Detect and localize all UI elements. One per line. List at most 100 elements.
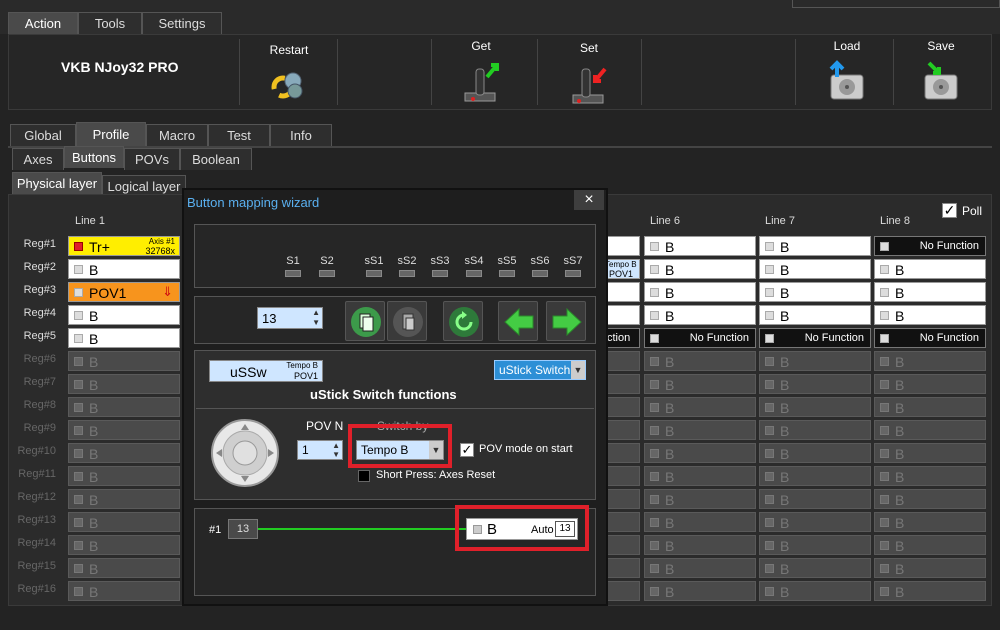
slot-led[interactable] [466, 270, 482, 277]
slot-led[interactable] [285, 270, 301, 277]
save-drive-icon[interactable] [921, 59, 961, 100]
button-cell-disabled[interactable]: B [759, 397, 871, 417]
button-cell-disabled[interactable] [604, 397, 640, 417]
button-cell-disabled[interactable] [604, 351, 640, 371]
button-cell-disabled[interactable] [604, 420, 640, 440]
undo-button[interactable] [443, 301, 483, 341]
button-cell-disabled[interactable] [604, 489, 640, 509]
tab-test[interactable]: Test [208, 124, 270, 146]
tab-axes[interactable]: Axes [12, 148, 64, 170]
button-cell-disabled[interactable]: B [644, 374, 756, 394]
button-cell-disabled[interactable]: B [644, 466, 756, 486]
spinner-arrows-icon[interactable]: ▲ ▼ [332, 441, 340, 459]
button-cell-disabled[interactable] [604, 466, 640, 486]
button-number-spinner[interactable]: 13 ▲ ▼ [257, 307, 323, 329]
button-cell-disabled[interactable]: B [68, 466, 180, 486]
button-cell-disabled[interactable]: B [874, 535, 986, 555]
button-cell-line8[interactable]: No Function [874, 328, 986, 348]
tab-povs[interactable]: POVs [124, 148, 180, 170]
button-cell-disabled[interactable] [604, 535, 640, 555]
button-cell-disabled[interactable] [604, 558, 640, 578]
button-cell-disabled[interactable]: B [759, 374, 871, 394]
pov-hat-icon[interactable] [210, 418, 280, 488]
tab-info[interactable]: Info [270, 124, 332, 146]
previous-button[interactable] [498, 301, 538, 341]
button-cell-disabled[interactable]: B [68, 374, 180, 394]
button-cell-disabled[interactable] [604, 443, 640, 463]
button-cell-disabled[interactable]: B [644, 351, 756, 371]
button-cell-tempo[interactable]: Tempo B POV1 [604, 259, 640, 279]
button-cell-disabled[interactable]: B [68, 397, 180, 417]
button-cell-disabled[interactable]: B [759, 558, 871, 578]
load-drive-icon[interactable] [827, 59, 867, 100]
button-cell-disabled[interactable]: B [644, 420, 756, 440]
button-cell-disabled[interactable]: B [644, 535, 756, 555]
next-button[interactable] [546, 301, 586, 341]
tab-physical-layer[interactable]: Physical layer [12, 172, 102, 194]
button-cell-line1-reg3[interactable]: POV1 ⇓ [68, 282, 180, 302]
poll-checkbox[interactable]: ✓ [942, 203, 957, 218]
button-cell-disabled[interactable]: B [759, 420, 871, 440]
button-cell-disabled[interactable]: B [874, 397, 986, 417]
button-cell-disabled[interactable]: B [874, 420, 986, 440]
tab-boolean[interactable]: Boolean [180, 148, 252, 170]
button-cell-line8[interactable]: B [874, 259, 986, 279]
button-cell-disabled[interactable]: B [759, 535, 871, 555]
slot-led[interactable] [366, 270, 382, 277]
button-cell-disabled[interactable]: B [874, 489, 986, 509]
tab-settings[interactable]: Settings [142, 12, 222, 34]
tab-global[interactable]: Global [10, 124, 76, 146]
button-cell-line7[interactable]: No Function [759, 328, 871, 348]
button-cell-disabled[interactable]: B [759, 489, 871, 509]
slot-led[interactable] [399, 270, 415, 277]
button-cell-line1-reg4[interactable]: B [68, 305, 180, 325]
button-cell-disabled[interactable]: B [644, 512, 756, 532]
button-cell-line1-reg2[interactable]: B [68, 259, 180, 279]
paste-button[interactable] [387, 301, 427, 341]
dialog-close-button[interactable]: × [574, 190, 604, 210]
button-cell-disabled[interactable]: B [68, 558, 180, 578]
copy-button[interactable] [345, 301, 385, 341]
button-cell-disabled[interactable]: B [874, 443, 986, 463]
button-cell-disabled[interactable]: B [874, 466, 986, 486]
slot-led[interactable] [532, 270, 548, 277]
button-cell-line1-reg1[interactable]: Tr+ Axis #1 32768x [68, 236, 180, 256]
button-cell-partial[interactable] [604, 282, 640, 302]
button-cell-disabled[interactable]: B [68, 512, 180, 532]
button-cell-disabled[interactable]: B [644, 397, 756, 417]
button-cell-disabled[interactable]: B [68, 535, 180, 555]
button-cell-line6[interactable]: B [644, 259, 756, 279]
short-press-checkbox[interactable] [358, 470, 370, 482]
restart-icon[interactable] [269, 67, 309, 103]
button-cell-disabled[interactable]: B [759, 351, 871, 371]
get-joystick-icon[interactable] [461, 59, 501, 102]
spinner-arrows-icon[interactable]: ▲ ▼ [312, 308, 320, 328]
button-cell-disabled[interactable]: B [68, 351, 180, 371]
button-cell-disabled[interactable]: B [759, 581, 871, 601]
button-cell-disabled[interactable]: B [874, 558, 986, 578]
button-cell-disabled[interactable]: B [644, 489, 756, 509]
slot-led[interactable] [565, 270, 581, 277]
slot-led[interactable] [432, 270, 448, 277]
tab-profile[interactable]: Profile [76, 122, 146, 146]
button-cell-line8[interactable]: B [874, 282, 986, 302]
button-cell-line8[interactable]: B [874, 305, 986, 325]
button-cell-line6[interactable]: B [644, 305, 756, 325]
button-cell-disabled[interactable]: B [874, 351, 986, 371]
button-cell-line7[interactable]: B [759, 305, 871, 325]
button-cell-line7[interactable]: B [759, 282, 871, 302]
pov-mode-checkbox[interactable]: ✓ [460, 443, 474, 457]
button-cell-disabled[interactable]: B [68, 581, 180, 601]
button-cell-line7[interactable]: B [759, 236, 871, 256]
button-cell-disabled[interactable]: B [68, 489, 180, 509]
button-cell-line6[interactable]: No Function [644, 328, 756, 348]
tab-buttons[interactable]: Buttons [64, 146, 124, 168]
button-cell-line6[interactable]: B [644, 282, 756, 302]
button-cell-disabled[interactable]: B [874, 374, 986, 394]
tab-macro[interactable]: Macro [146, 124, 208, 146]
button-cell-disabled[interactable] [604, 374, 640, 394]
slot-led[interactable] [319, 270, 335, 277]
button-cell-partial[interactable] [604, 236, 640, 256]
button-cell-line1-reg5[interactable]: B [68, 328, 180, 348]
button-cell-disabled[interactable]: B [759, 512, 871, 532]
